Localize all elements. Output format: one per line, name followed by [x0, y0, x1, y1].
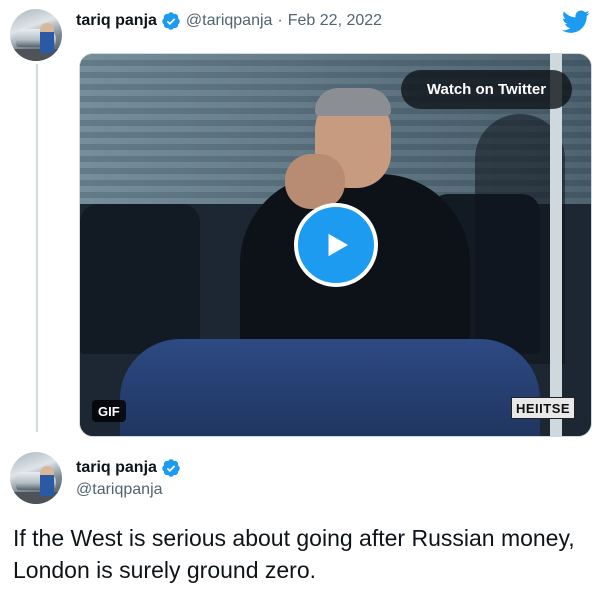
separator: · [277, 12, 283, 29]
tweet-header: tariq panja @tariqpanja · Feb 22, 2022 [76, 9, 382, 33]
thread-connector [36, 64, 38, 432]
media-watermark: HEIITSE [511, 397, 576, 419]
play-icon [328, 233, 348, 257]
twitter-bird-icon[interactable] [562, 10, 590, 34]
tweet-text: If the West is serious about going after… [13, 525, 575, 583]
gif-media[interactable]: Watch on Twitter GIF HEIITSE [79, 53, 592, 437]
avatar[interactable] [10, 452, 62, 504]
display-name[interactable]: tariq panja [76, 459, 157, 477]
handle[interactable]: @tariqpanja [186, 12, 273, 30]
play-button[interactable] [294, 203, 378, 287]
verified-badge-icon [161, 11, 181, 31]
handle[interactable]: @tariqpanja [76, 481, 181, 499]
tweet-date[interactable]: Feb 22, 2022 [288, 12, 382, 30]
display-name[interactable]: tariq panja [76, 12, 157, 30]
gif-badge: GIF [92, 400, 126, 422]
tweet-author: tariq panja @tariqpanja [76, 456, 181, 499]
avatar[interactable] [10, 9, 62, 61]
verified-badge-icon [161, 458, 181, 478]
watch-on-twitter-button[interactable]: Watch on Twitter [401, 70, 572, 109]
